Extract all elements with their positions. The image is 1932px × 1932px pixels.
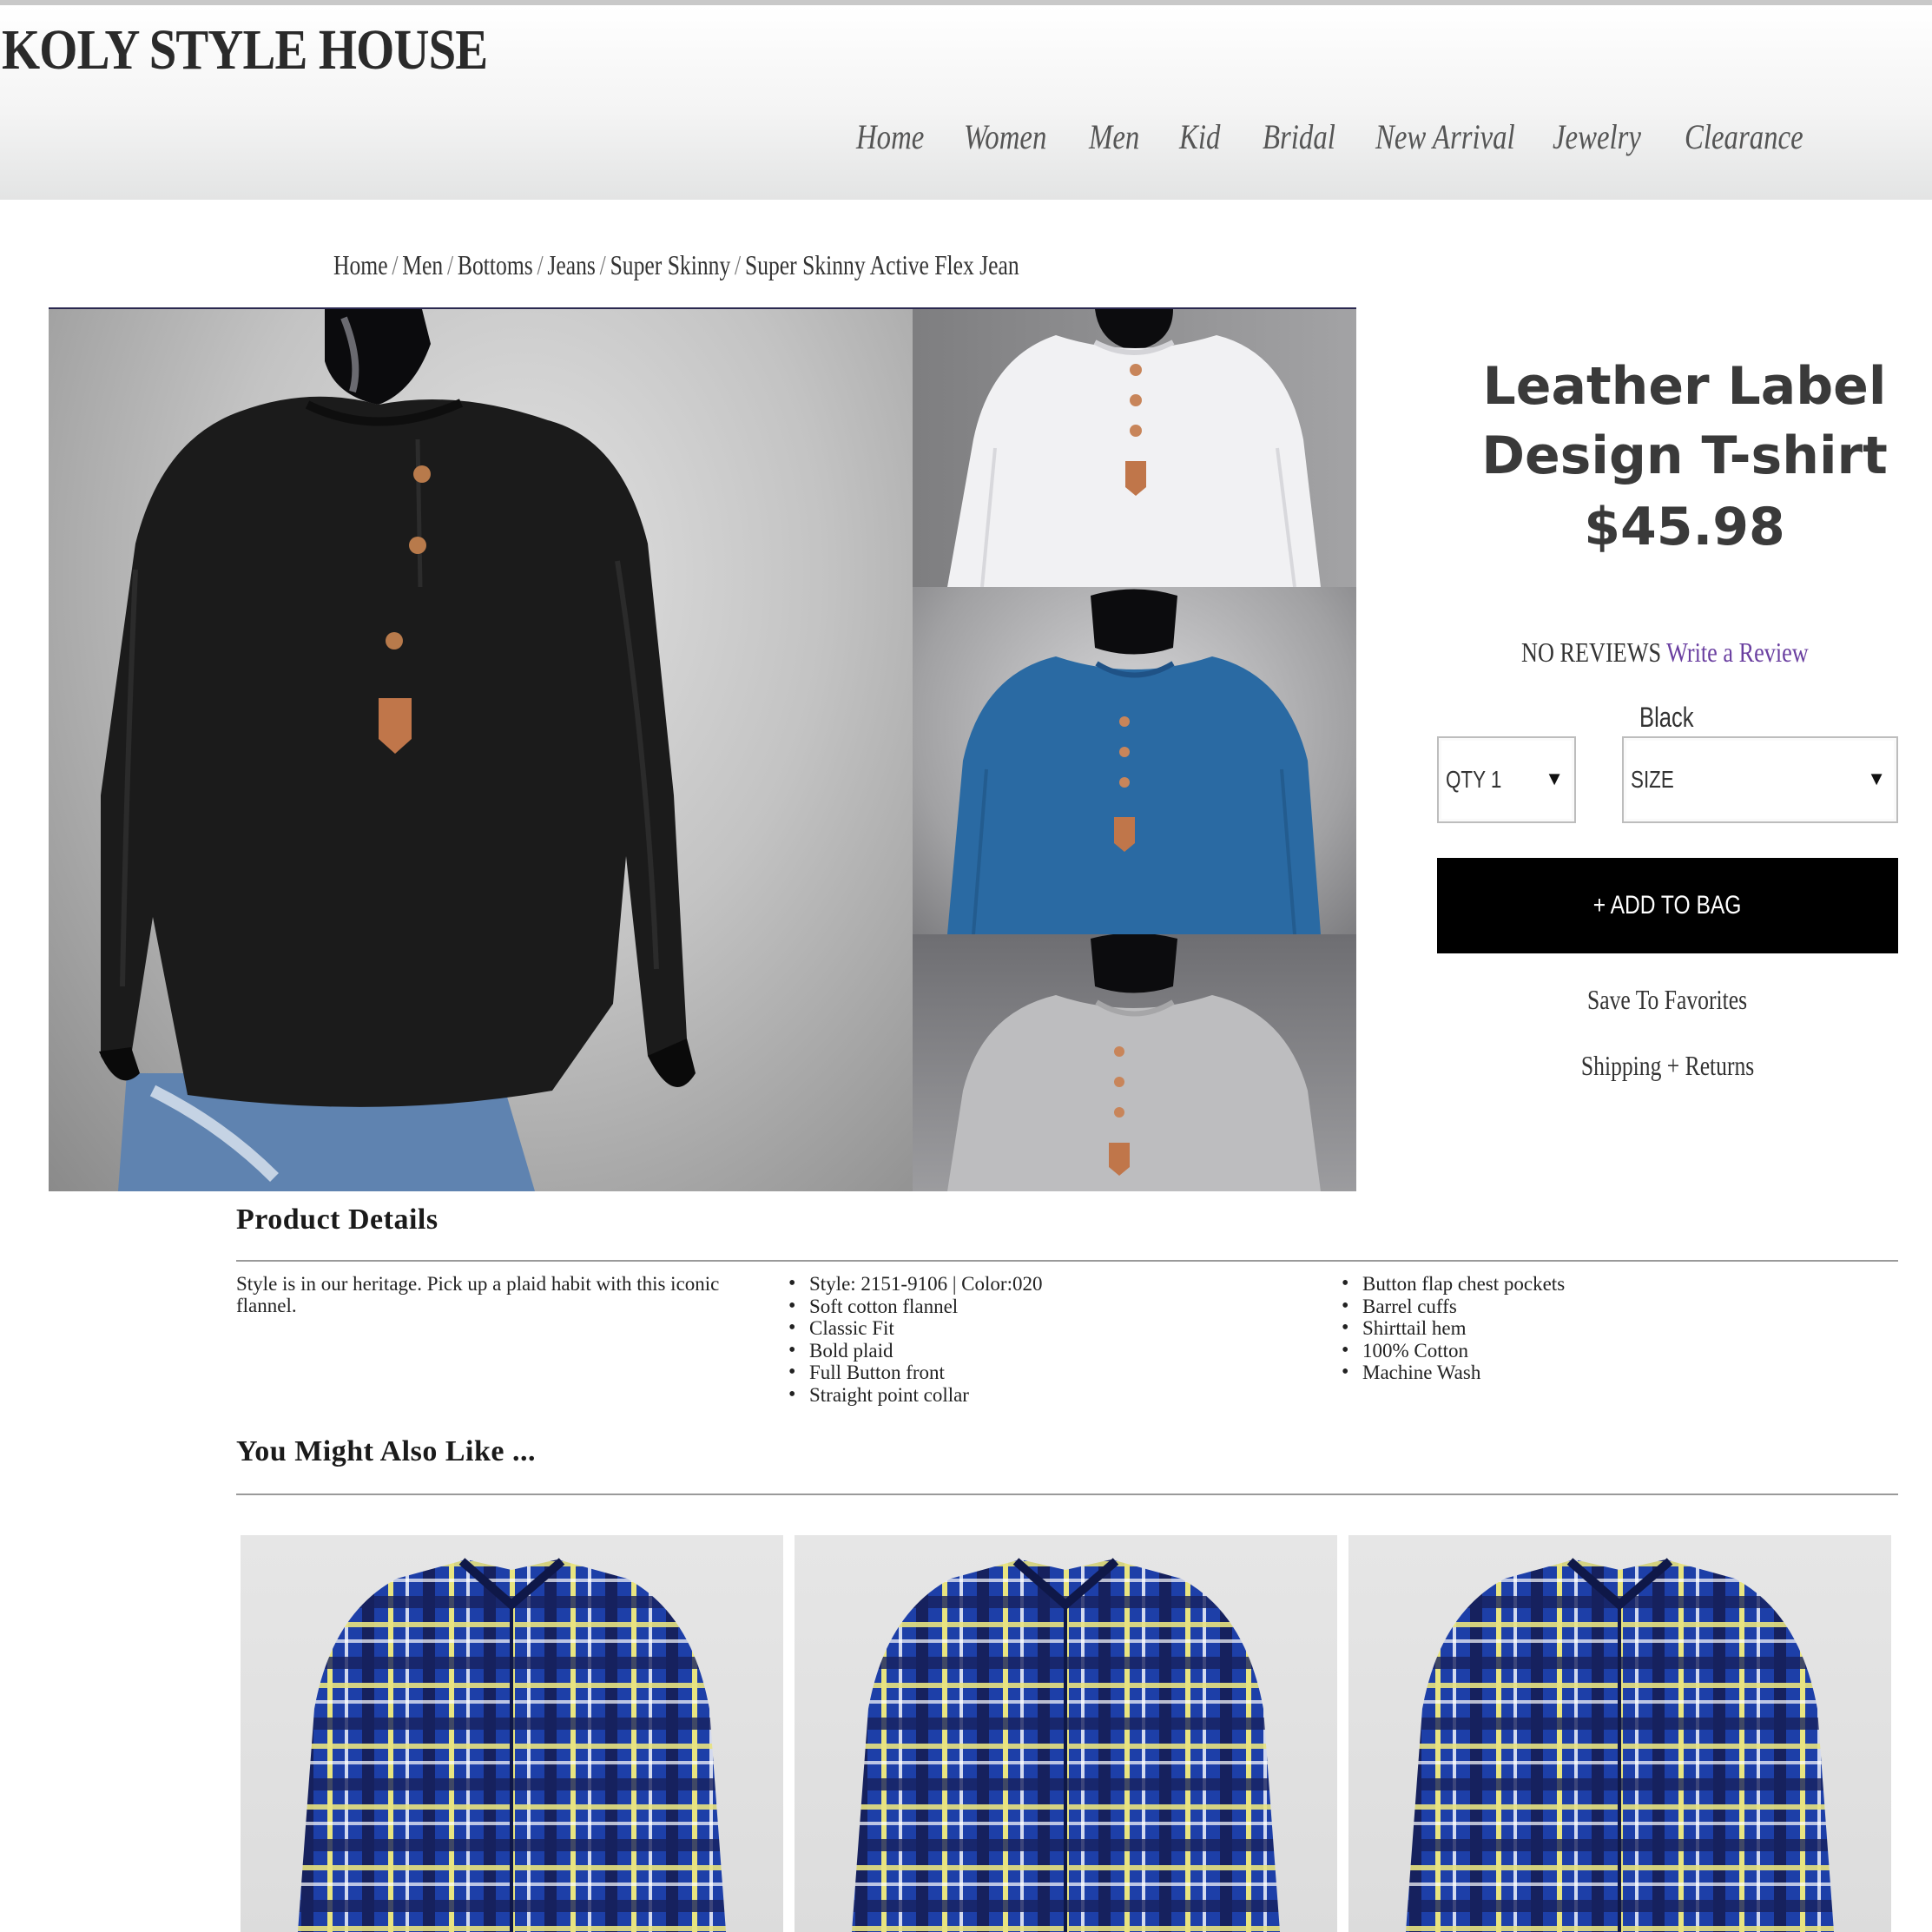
section-divider	[236, 1494, 1898, 1495]
recommendations-heading: You Might Also Like ...	[236, 1435, 536, 1467]
save-to-favorites-link[interactable]: Save To Favorites	[1437, 984, 1898, 1016]
product-details-heading: Product Details	[236, 1203, 438, 1236]
feature-item: 100% Cotton	[1342, 1340, 1565, 1362]
feature-item: Machine Wash	[1342, 1362, 1565, 1384]
shipping-returns-label: Shipping + Returns	[1580, 1050, 1755, 1081]
nav-item-new-arrival[interactable]: New Arrival	[1375, 116, 1515, 157]
breadcrumb-separator: /	[599, 249, 606, 280]
breadcrumb: Home / Men / Bottoms / Jeans / Super Skinny / Supe…	[333, 249, 1019, 281]
selected-color-label: Black	[1639, 702, 1694, 733]
add-to-bag-label: + ADD TO BAG	[1593, 891, 1742, 920]
dropdown-arrow-icon: ▼	[1867, 768, 1886, 789]
product-title-line2: Design T-shirt	[1481, 425, 1888, 486]
product-title: Leather Label Design T-shirt	[1389, 352, 1932, 491]
breadcrumb-home[interactable]: Home	[333, 249, 388, 280]
feature-item: Bold plaid	[788, 1340, 1042, 1362]
nav-item-clearance[interactable]: Clearance	[1685, 116, 1803, 157]
write-review-link[interactable]: Write a Review	[1666, 636, 1809, 668]
nav-item-kid[interactable]: Kid	[1179, 116, 1220, 157]
product-price: $45.98	[1584, 497, 1785, 557]
nav-item-men[interactable]: Men	[1089, 116, 1139, 157]
nav-item-bridal[interactable]: Bridal	[1263, 116, 1335, 157]
feature-item: Soft cotton flannel	[788, 1296, 1042, 1318]
quantity-select[interactable]: QTY 1 ▼	[1437, 736, 1576, 823]
feature-item: Full Button front	[788, 1362, 1042, 1384]
size-select[interactable]: SIZE ▼	[1622, 736, 1898, 823]
plaid-shirt-image	[851, 1558, 1281, 1932]
breadcrumb-jeans[interactable]: Jeans	[547, 249, 595, 280]
main-product-image[interactable]	[49, 309, 913, 1191]
breadcrumb-separator: /	[537, 249, 544, 280]
feature-item: Style: 2151-9106 | Color:020	[788, 1273, 1042, 1296]
recommendation-card[interactable]	[1348, 1535, 1891, 1932]
breadcrumb-bottoms[interactable]: Bottoms	[458, 249, 533, 280]
plaid-shirt-image	[1405, 1558, 1835, 1932]
section-divider	[236, 1260, 1898, 1262]
quantity-select-value: QTY 1	[1446, 766, 1502, 793]
feature-item: Barrel cuffs	[1342, 1296, 1565, 1318]
breadcrumb-separator: /	[447, 249, 454, 280]
recommendation-card[interactable]	[795, 1535, 1337, 1932]
feature-item: Classic Fit	[788, 1317, 1042, 1340]
recommendation-card[interactable]	[241, 1535, 783, 1932]
feature-item: Straight point collar	[788, 1384, 1042, 1407]
thumbnail-white[interactable]	[913, 309, 1356, 587]
product-description: Style is in our heritage. Pick up a plai…	[236, 1273, 720, 1316]
add-to-bag-button[interactable]: + ADD TO BAG	[1437, 858, 1898, 953]
nav-item-home[interactable]: Home	[856, 116, 924, 157]
breadcrumb-separator: /	[392, 249, 399, 280]
size-select-value: SIZE	[1631, 766, 1674, 793]
save-to-favorites-label: Save To Favorites	[1587, 984, 1748, 1015]
breadcrumb-super-skinny[interactable]: Super Skinny	[610, 249, 731, 280]
thumbnail-grey[interactable]	[913, 934, 1356, 1191]
reviews-summary: NO REVIEWS Write a Review	[1521, 636, 1809, 669]
feature-item: Button flap chest pockets	[1342, 1273, 1565, 1296]
main-nav: Home Women Men Kid Bridal New Arrival Je…	[0, 116, 1932, 160]
product-title-line1: Leather Label	[1482, 356, 1887, 417]
shipping-returns-link[interactable]: Shipping + Returns	[1437, 1050, 1898, 1082]
reviews-count-label: NO REVIEWS	[1521, 636, 1662, 668]
nav-item-women[interactable]: Women	[964, 116, 1046, 157]
dropdown-arrow-icon: ▼	[1545, 768, 1564, 789]
site-header: KOLY STYLE HOUSE Home Women Men Kid Brid…	[0, 0, 1932, 200]
thumbnail-blue[interactable]	[913, 587, 1356, 934]
breadcrumb-current: Super Skinny Active Flex Jean	[744, 249, 1019, 280]
breadcrumb-separator: /	[735, 249, 742, 280]
nav-item-jewelry[interactable]: Jewelry	[1553, 116, 1641, 157]
feature-list-2: Button flap chest pockets Barrel cuffs S…	[1342, 1273, 1565, 1384]
feature-list-1: Style: 2151-9106 | Color:020 Soft cotton…	[788, 1273, 1042, 1406]
brand-logo[interactable]: KOLY STYLE HOUSE	[2, 17, 488, 83]
breadcrumb-men[interactable]: Men	[402, 249, 443, 280]
plaid-shirt-image	[297, 1558, 727, 1932]
feature-item: Shirttail hem	[1342, 1317, 1565, 1340]
product-gallery	[49, 307, 1356, 1191]
